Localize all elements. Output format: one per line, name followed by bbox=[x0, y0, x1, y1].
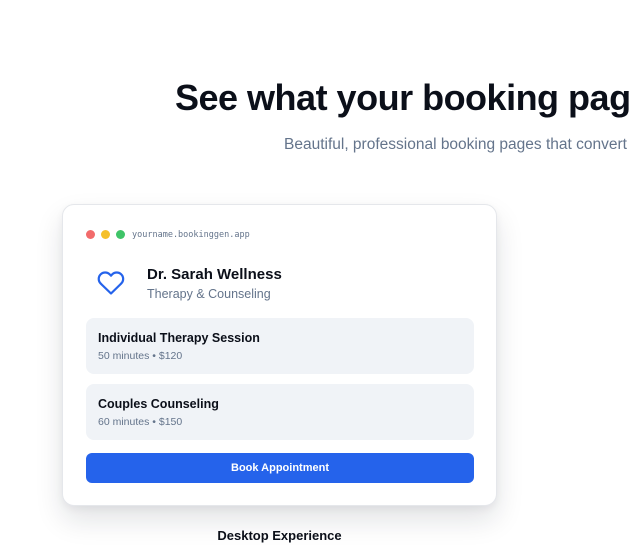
preview-url: yourname.bookinggen.app bbox=[132, 230, 250, 240]
heart-icon bbox=[97, 269, 125, 297]
service-name: Individual Therapy Session bbox=[98, 331, 260, 345]
desktop-preview-card: yourname.bookinggen.app Dr. Sarah Wellne… bbox=[62, 204, 497, 506]
minimize-dot bbox=[101, 230, 110, 239]
page: See what your booking page Beautiful, pr… bbox=[0, 0, 629, 553]
service-option-couples-counseling[interactable]: Couples Counseling 60 minutes • $150 bbox=[86, 384, 474, 440]
service-meta: 50 minutes • $120 bbox=[98, 350, 183, 362]
maximize-dot bbox=[116, 230, 125, 239]
preview-caption: Desktop Experience bbox=[217, 528, 342, 543]
service-option-individual-therapy[interactable]: Individual Therapy Session 50 minutes • … bbox=[86, 318, 474, 374]
service-name: Couples Counseling bbox=[98, 397, 219, 411]
provider-specialty: Therapy & Counseling bbox=[147, 287, 271, 301]
page-subtitle: Beautiful, professional booking pages th… bbox=[284, 136, 627, 153]
book-appointment-button[interactable]: Book Appointment bbox=[86, 453, 474, 483]
close-dot bbox=[86, 230, 95, 239]
provider-name: Dr. Sarah Wellness bbox=[147, 266, 282, 283]
window-controls bbox=[86, 230, 125, 239]
service-meta: 60 minutes • $150 bbox=[98, 416, 183, 428]
page-title: See what your booking page bbox=[175, 77, 629, 118]
